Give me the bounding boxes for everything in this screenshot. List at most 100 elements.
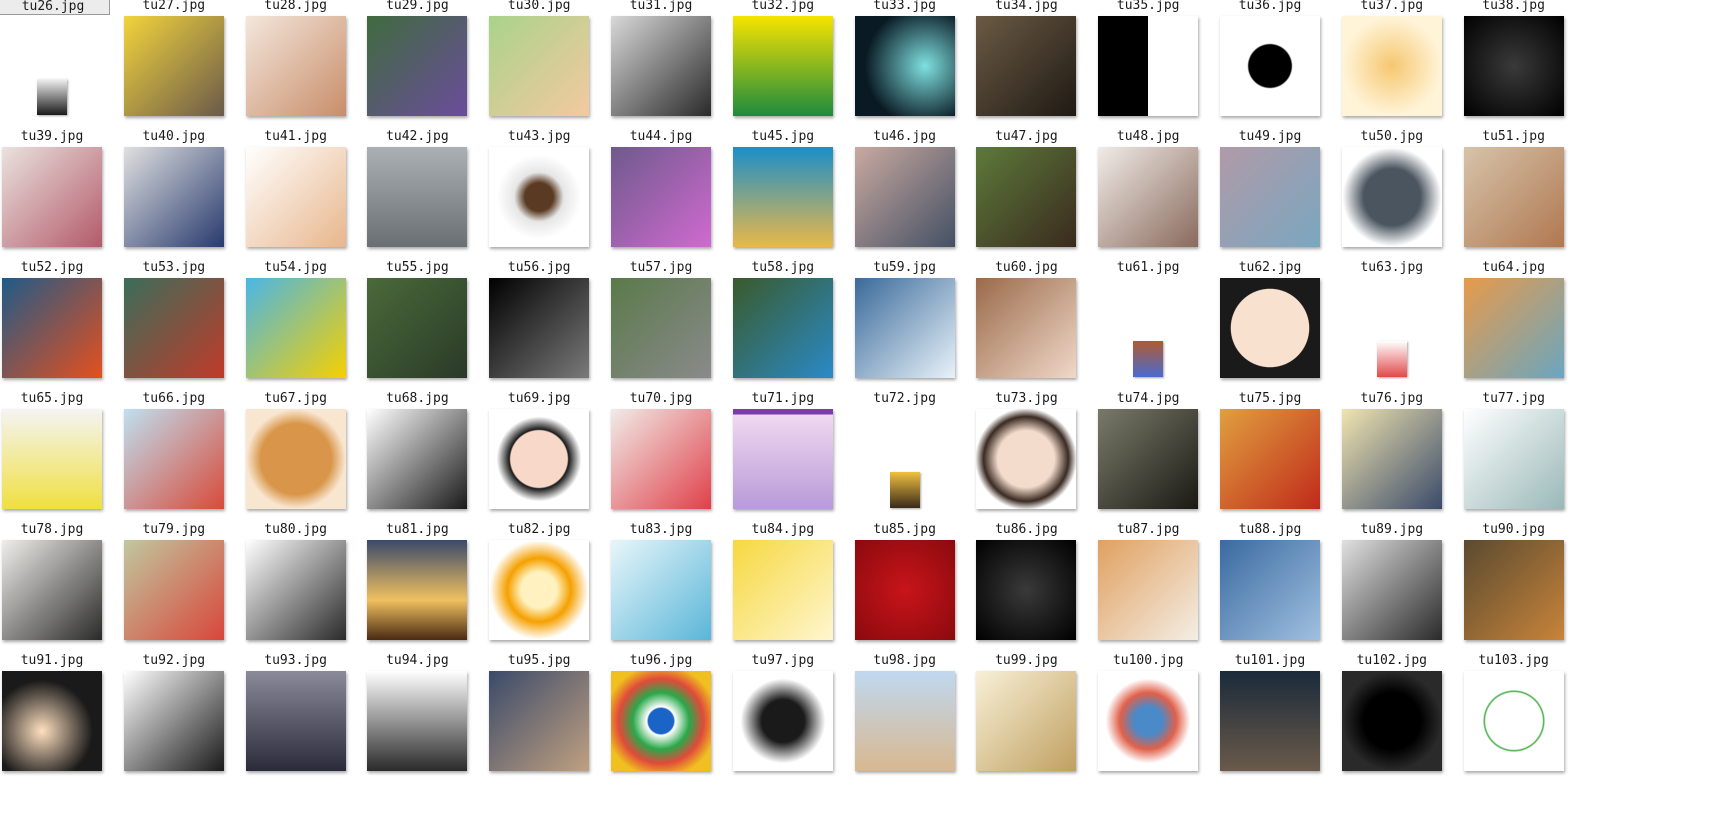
file-thumbnail[interactable]: [976, 540, 1077, 640]
file-name-label[interactable]: tu62.jpg: [1214, 260, 1326, 275]
file-thumbnail[interactable]: [37, 79, 67, 115]
file-thumbnail[interactable]: [1341, 409, 1442, 509]
file-name-label[interactable]: tu56.jpg: [483, 260, 595, 275]
file-thumbnail[interactable]: [1220, 16, 1320, 116]
file-thumbnail[interactable]: [489, 540, 590, 640]
file-name-label[interactable]: tu78.jpg: [0, 522, 108, 537]
file-thumbnail[interactable]: [854, 671, 955, 771]
file-thumbnail[interactable]: [1463, 671, 1564, 771]
file-thumbnail[interactable]: [367, 409, 468, 509]
file-thumbnail[interactable]: [367, 147, 468, 247]
file-name-label[interactable]: tu92.jpg: [118, 653, 230, 668]
file-thumbnail[interactable]: [489, 409, 590, 509]
file-thumbnail[interactable]: [123, 671, 224, 771]
file-thumbnail[interactable]: [1098, 671, 1199, 771]
file-name-label[interactable]: tu93.jpg: [240, 653, 352, 668]
file-name-label[interactable]: tu80.jpg: [240, 522, 352, 537]
file-thumbnail[interactable]: [732, 409, 833, 509]
file-thumbnail[interactable]: [489, 16, 590, 116]
file-name-label[interactable]: tu76.jpg: [1336, 391, 1448, 406]
file-name-label[interactable]: tu70.jpg: [605, 391, 717, 406]
file-thumbnail[interactable]: [611, 409, 711, 509]
file-name-label[interactable]: tu83.jpg: [605, 522, 717, 537]
file-name-label[interactable]: tu72.jpg: [849, 391, 961, 406]
file-name-label[interactable]: tu28.jpg: [240, 0, 352, 13]
file-name-label[interactable]: tu41.jpg: [240, 129, 352, 144]
file-thumbnail[interactable]: [1220, 671, 1320, 771]
file-name-label[interactable]: tu101.jpg: [1214, 653, 1326, 668]
file-thumbnail[interactable]: [123, 278, 224, 378]
file-name-label[interactable]: tu34.jpg: [970, 0, 1082, 13]
file-name-label[interactable]: tu26.jpg: [0, 0, 110, 15]
file-thumbnail[interactable]: [732, 540, 833, 640]
file-name-label[interactable]: tu45.jpg: [727, 129, 839, 144]
file-name-label[interactable]: tu66.jpg: [118, 391, 230, 406]
file-name-label[interactable]: tu44.jpg: [605, 129, 717, 144]
file-thumbnail[interactable]: [489, 147, 590, 247]
file-thumbnail[interactable]: [1220, 409, 1320, 509]
file-name-label[interactable]: tu103.jpg: [1458, 653, 1570, 668]
file-name-label[interactable]: tu29.jpg: [361, 0, 473, 13]
file-thumbnail[interactable]: [1463, 16, 1564, 116]
file-name-label[interactable]: tu77.jpg: [1458, 391, 1570, 406]
file-thumbnail[interactable]: [123, 409, 224, 509]
file-thumbnail[interactable]: [854, 16, 955, 116]
file-thumbnail[interactable]: [1220, 278, 1320, 378]
file-name-label[interactable]: tu96.jpg: [605, 653, 717, 668]
file-thumbnail[interactable]: [367, 16, 468, 116]
file-thumbnail[interactable]: [611, 16, 711, 116]
file-thumbnail[interactable]: [611, 671, 711, 771]
file-name-label[interactable]: tu39.jpg: [0, 129, 108, 144]
file-name-label[interactable]: tu36.jpg: [1214, 0, 1326, 13]
file-name-label[interactable]: tu82.jpg: [483, 522, 595, 537]
file-thumbnail[interactable]: [976, 16, 1077, 116]
file-thumbnail[interactable]: [611, 540, 711, 640]
file-name-label[interactable]: tu75.jpg: [1214, 391, 1326, 406]
file-thumbnail[interactable]: [1463, 409, 1564, 509]
file-thumbnail[interactable]: [854, 147, 955, 247]
file-thumbnail[interactable]: [245, 671, 346, 771]
file-thumbnail[interactable]: [123, 16, 224, 116]
file-name-label[interactable]: tu48.jpg: [1092, 129, 1204, 144]
file-name-label[interactable]: tu49.jpg: [1214, 129, 1326, 144]
file-thumbnail[interactable]: [367, 540, 468, 640]
file-thumbnail[interactable]: [2, 409, 102, 509]
file-name-label[interactable]: tu88.jpg: [1214, 522, 1326, 537]
file-thumbnail[interactable]: [976, 147, 1077, 247]
file-thumbnail[interactable]: [245, 540, 346, 640]
file-name-label[interactable]: tu86.jpg: [970, 522, 1082, 537]
file-name-label[interactable]: tu85.jpg: [849, 522, 961, 537]
file-name-label[interactable]: tu59.jpg: [849, 260, 961, 275]
file-name-label[interactable]: tu98.jpg: [849, 653, 961, 668]
file-name-label[interactable]: tu33.jpg: [849, 0, 961, 13]
file-thumbnail[interactable]: [1463, 540, 1564, 640]
file-thumbnail[interactable]: [245, 147, 346, 247]
file-name-label[interactable]: tu97.jpg: [727, 653, 839, 668]
file-thumbnail[interactable]: [1341, 671, 1442, 771]
file-thumbnail[interactable]: [611, 147, 711, 247]
file-thumbnail[interactable]: [1133, 341, 1164, 377]
file-name-label[interactable]: tu43.jpg: [483, 129, 595, 144]
file-thumbnail[interactable]: [245, 16, 346, 116]
file-name-label[interactable]: tu65.jpg: [0, 391, 108, 406]
file-thumbnail[interactable]: [489, 671, 590, 771]
file-name-label[interactable]: tu55.jpg: [361, 260, 473, 275]
file-name-label[interactable]: tu102.jpg: [1336, 653, 1448, 668]
file-name-label[interactable]: tu73.jpg: [970, 391, 1082, 406]
file-thumbnail[interactable]: [854, 278, 955, 378]
file-name-label[interactable]: tu84.jpg: [727, 522, 839, 537]
file-thumbnail[interactable]: [889, 472, 920, 508]
file-thumbnail[interactable]: [1098, 409, 1199, 509]
file-name-label[interactable]: tu94.jpg: [361, 653, 473, 668]
file-name-label[interactable]: tu71.jpg: [727, 391, 839, 406]
file-name-label[interactable]: tu67.jpg: [240, 391, 352, 406]
file-thumbnail[interactable]: [1098, 16, 1199, 116]
file-name-label[interactable]: tu57.jpg: [605, 260, 717, 275]
file-thumbnail[interactable]: [1463, 147, 1564, 247]
file-name-label[interactable]: tu53.jpg: [118, 260, 230, 275]
file-name-label[interactable]: tu91.jpg: [0, 653, 108, 668]
file-thumbnail[interactable]: [732, 147, 833, 247]
file-name-label[interactable]: tu74.jpg: [1092, 391, 1204, 406]
file-thumbnail[interactable]: [367, 671, 468, 771]
file-thumbnail[interactable]: [1341, 16, 1442, 116]
